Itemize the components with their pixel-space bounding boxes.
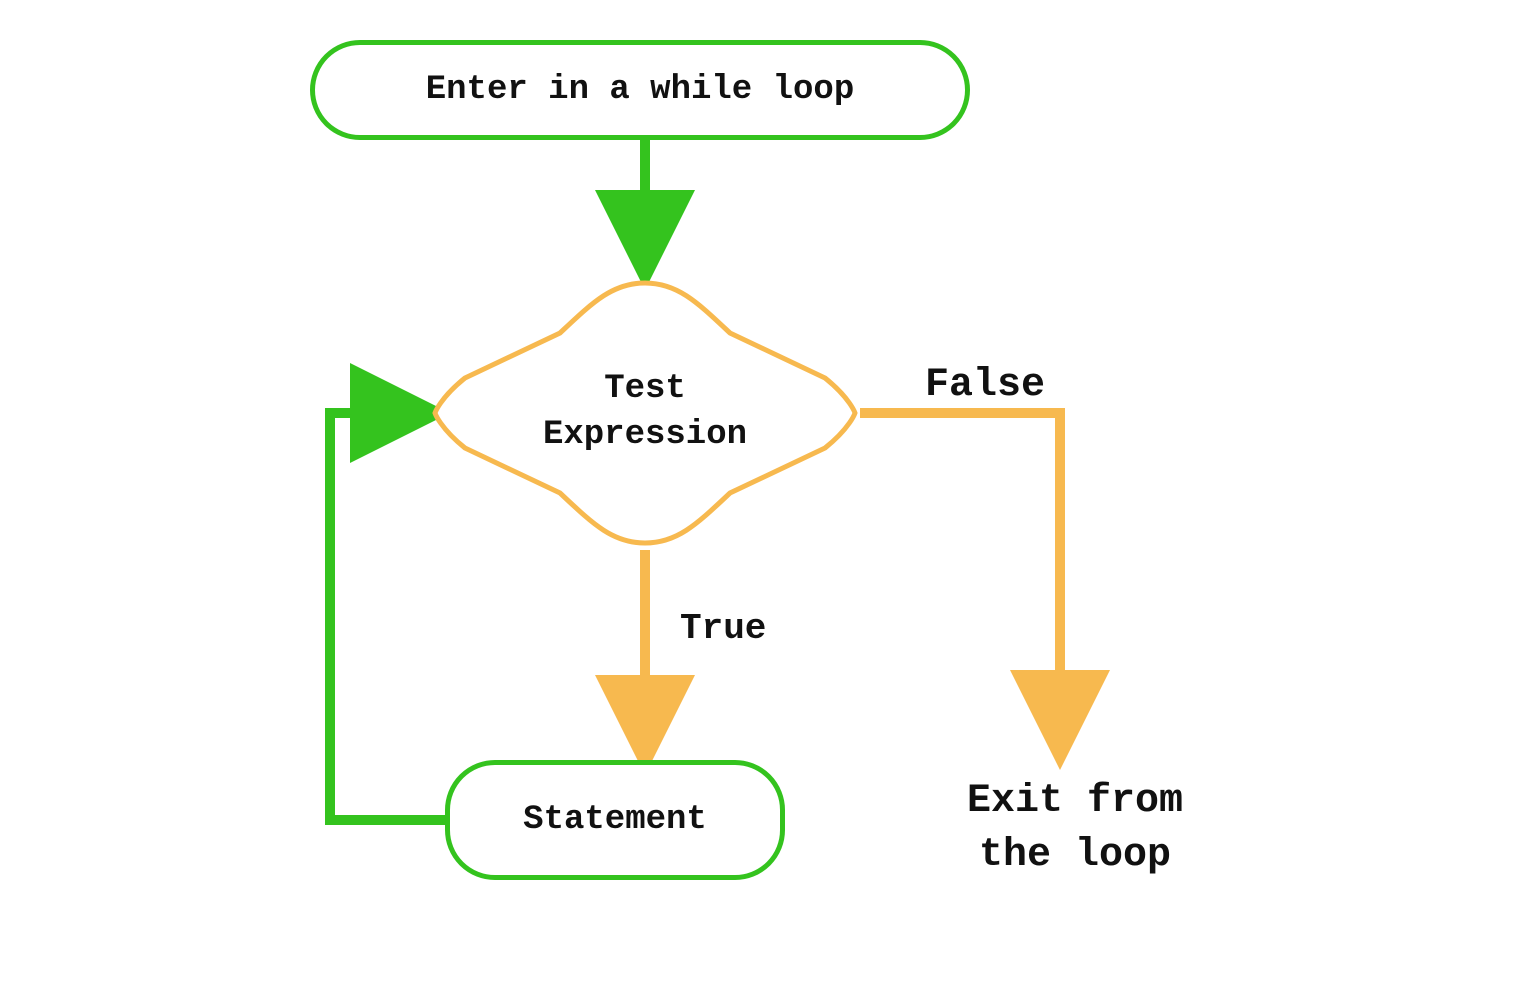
flowchart-canvas: Enter in a while loop Test Expression St… <box>0 0 1536 982</box>
true-label: True <box>680 608 766 649</box>
arrow-loopback <box>330 413 445 820</box>
false-label: False <box>925 363 1045 408</box>
decision-label: Test Expression <box>430 278 860 548</box>
start-label: Enter in a while loop <box>426 71 854 109</box>
exit-node: Exit from the loop <box>895 775 1255 883</box>
decision-line1: Test <box>604 367 686 413</box>
decision-node: Test Expression <box>430 278 860 548</box>
statement-node: Statement <box>445 760 785 880</box>
exit-line2: the loop <box>895 829 1255 883</box>
arrow-false <box>860 413 1060 740</box>
start-node: Enter in a while loop <box>310 40 970 140</box>
decision-line2: Expression <box>543 413 747 459</box>
exit-line1: Exit from <box>895 775 1255 829</box>
statement-label: Statement <box>523 801 707 839</box>
